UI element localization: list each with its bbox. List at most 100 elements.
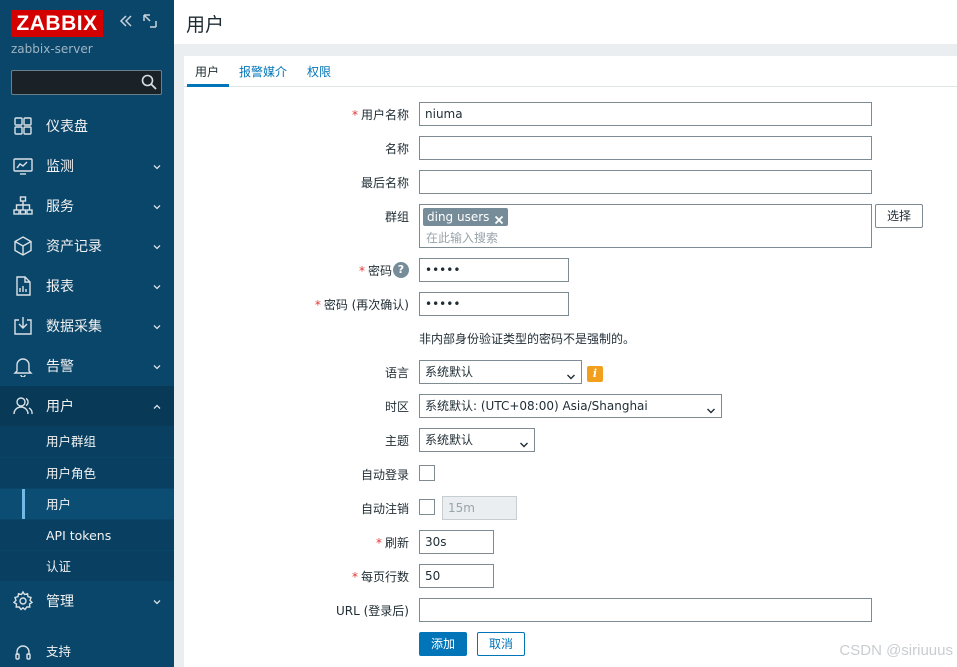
autologin-label: 自动登录 (360, 468, 409, 482)
tab-media[interactable]: 报警媒介 (239, 63, 287, 80)
autologout-label: 自动注销 (360, 502, 409, 516)
nav-label: 数据采集 (46, 319, 102, 335)
cancel-button[interactable]: 取消 (477, 632, 525, 656)
chevron-up-icon (152, 400, 162, 410)
password-field[interactable]: ••••• (419, 258, 569, 282)
headset-icon (14, 642, 32, 660)
url-label: URL (登录后) (336, 604, 409, 618)
gear-icon (12, 590, 34, 612)
search-icon[interactable] (140, 73, 158, 91)
chevron-down-icon (566, 367, 576, 380)
info-warning-icon[interactable]: i (587, 366, 603, 382)
add-button[interactable]: 添加 (419, 632, 467, 656)
chevron-down-icon (152, 240, 162, 250)
password-note: 非内部身份验证类型的密码不是强制的。 (419, 332, 636, 346)
refresh-field[interactable]: 30s (419, 530, 494, 554)
users-submenu: 用户群组 用户角色 用户 API tokens 认证 (0, 426, 174, 581)
tab-permissions[interactable]: 权限 (307, 63, 331, 80)
page-title: 用户 (186, 14, 225, 36)
tab-user[interactable]: 用户 (195, 63, 219, 80)
nav-item-dashboard[interactable]: 仪表盘 (0, 106, 174, 146)
timezone-select[interactable]: 系统默认: (UTC+08:00) Asia/Shanghai (419, 394, 722, 418)
nav-item-alerts[interactable]: 告警 (0, 346, 174, 386)
submenu-item-user-roles[interactable]: 用户角色 (0, 457, 174, 488)
server-name: zabbix-server (11, 42, 93, 56)
surname-field[interactable] (419, 170, 872, 194)
submenu-item-user-groups[interactable]: 用户群组 (0, 426, 174, 457)
group-chip: ding users (423, 208, 509, 226)
groups-multiselect[interactable]: ding users 在此输入搜索 (419, 204, 872, 248)
username-field[interactable]: niuma (419, 102, 872, 126)
autologin-checkbox[interactable] (419, 465, 435, 481)
name-field[interactable] (419, 136, 872, 160)
kiosk-mode-icon[interactable] (141, 12, 159, 30)
language-select[interactable]: 系统默认 (419, 360, 582, 384)
submenu-item-api-tokens[interactable]: API tokens (0, 519, 174, 550)
refresh-label: * 刷新 (375, 536, 409, 550)
nav-item-support[interactable]: 支持 (0, 636, 174, 667)
nav-label: 告警 (46, 359, 74, 375)
tab-bar: 用户 报警媒介 权限 (184, 56, 957, 87)
groups-label: 群组 (384, 210, 409, 224)
users-icon (12, 395, 34, 417)
username-label: * 用户名称 (351, 108, 409, 122)
chevron-down-icon (152, 320, 162, 330)
chevron-down-icon (152, 200, 162, 210)
autologout-checkbox[interactable] (419, 499, 435, 515)
nav-label: 资产记录 (46, 239, 102, 255)
chevron-down-icon (519, 435, 529, 448)
watermark: CSDN @siriuuus (839, 642, 953, 659)
chevron-down-icon (152, 160, 162, 170)
zabbix-logo[interactable]: ZABBIX (11, 10, 103, 37)
password-confirm-field[interactable]: ••••• (419, 292, 569, 316)
submenu-item-users[interactable]: 用户 (0, 488, 174, 520)
rows-per-page-field[interactable]: 50 (419, 564, 494, 588)
nav-item-services[interactable]: 服务 (0, 186, 174, 226)
nav-label: 服务 (46, 199, 74, 215)
inventory-icon (12, 235, 34, 257)
monitoring-icon (12, 155, 34, 177)
submenu-item-authentication[interactable]: 认证 (0, 550, 174, 581)
alerts-icon (12, 355, 34, 378)
nav-item-users[interactable]: 用户 (0, 386, 174, 426)
autologout-field: 15m (442, 496, 517, 520)
page-header: 用户 (174, 0, 957, 44)
nav-label: 监测 (46, 159, 74, 175)
password-confirm-label: * 密码 (再次确认) (314, 298, 409, 312)
chevron-down-icon (152, 360, 162, 370)
password-label: * 密码 (358, 264, 392, 278)
language-label: 语言 (384, 366, 409, 380)
timezone-label: 时区 (384, 400, 409, 414)
chevron-down-icon (152, 595, 162, 605)
sidebar: ZABBIX zabbix-server 仪表盘 监测 服务 资产记录 报表 数… (0, 0, 174, 667)
nav-item-reports[interactable]: 报表 (0, 266, 174, 306)
nav-item-data-collection[interactable]: 数据采集 (0, 306, 174, 346)
surname-label: 最后名称 (360, 176, 409, 190)
rows-per-page-label: * 每页行数 (351, 570, 409, 584)
user-form-panel: 用户 报警媒介 权限 * 用户名称 niuma 名称 最后名称 群组 ding u… (184, 56, 957, 667)
nav-item-monitoring[interactable]: 监测 (0, 146, 174, 186)
nav-label: 用户 (46, 399, 74, 415)
name-label: 名称 (384, 142, 409, 156)
nav-item-administration[interactable]: 管理 (0, 581, 174, 621)
remove-chip-icon[interactable] (494, 212, 504, 225)
services-icon (12, 195, 34, 217)
url-field[interactable] (419, 598, 872, 622)
reports-icon (12, 275, 34, 297)
nav-label: 报表 (46, 279, 74, 295)
groups-search-placeholder[interactable]: 在此输入搜索 (426, 229, 498, 246)
theme-label: 主题 (384, 434, 409, 448)
theme-select[interactable]: 系统默认 (419, 428, 535, 452)
select-groups-button[interactable]: 选择 (875, 204, 923, 228)
dashboard-icon (12, 115, 34, 137)
support-label: 支持 (46, 644, 72, 659)
sidebar-search-input[interactable] (11, 70, 162, 95)
active-tab-indicator (187, 84, 229, 87)
data-collection-icon (12, 315, 34, 337)
nav-label: 管理 (46, 594, 74, 610)
collapse-sidebar-icon[interactable] (117, 12, 135, 30)
nav-label: 仪表盘 (46, 119, 88, 135)
main-navigation: 仪表盘 监测 服务 资产记录 报表 数据采集 告警 用户 用户群组 用户角色 用… (0, 106, 174, 621)
help-icon[interactable]: ? (393, 262, 409, 278)
nav-item-inventory[interactable]: 资产记录 (0, 226, 174, 266)
